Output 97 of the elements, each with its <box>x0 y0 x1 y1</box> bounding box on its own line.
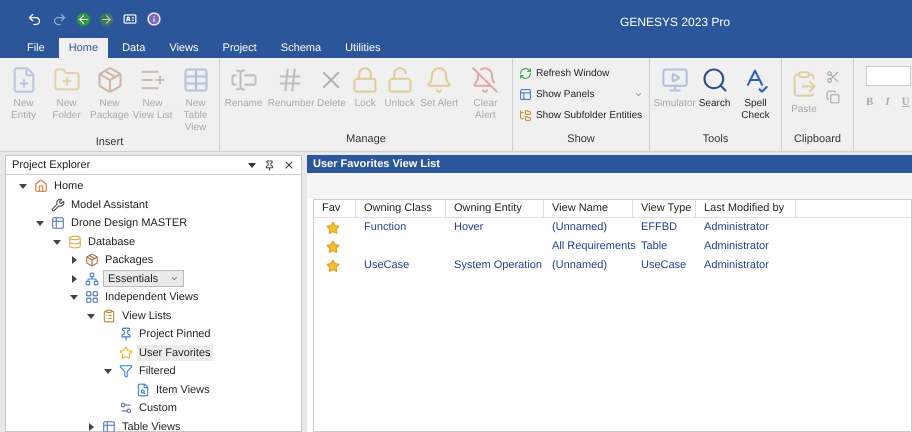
ribbon-tab[interactable]: Utilities <box>335 38 391 58</box>
tree-item[interactable]: Project Pinned <box>137 326 213 342</box>
ribbon-button[interactable]: Spell Check <box>733 66 778 122</box>
info-icon[interactable] <box>147 12 161 26</box>
tree-item[interactable]: Drone Design MASTER <box>69 215 190 232</box>
tree-item[interactable]: View Lists <box>120 308 174 324</box>
collapsed-arrow-icon[interactable] <box>87 422 95 431</box>
tree-item[interactable]: Database <box>86 234 138 250</box>
table-cell: Table <box>641 240 668 252</box>
table-icon <box>51 216 65 230</box>
expanded-arrow-icon[interactable] <box>70 293 78 302</box>
expanded-arrow-icon[interactable] <box>104 367 112 376</box>
table-cell: Administrator <box>704 259 769 272</box>
card-icon[interactable] <box>123 12 137 26</box>
collapsed-arrow-icon[interactable] <box>70 274 78 283</box>
undo-icon[interactable] <box>27 12 42 26</box>
tree-item[interactable]: Item Views <box>154 382 212 398</box>
tree-item[interactable]: Model Assistant <box>69 196 150 213</box>
table-cell: (Unnamed) <box>552 259 608 272</box>
bell-icon <box>425 66 454 94</box>
group-label: Insert <box>96 135 124 150</box>
column-header[interactable]: Fav <box>314 200 356 217</box>
document-icon <box>136 382 150 397</box>
font-field[interactable] <box>866 66 911 86</box>
ribbon-tab[interactable]: Project <box>212 38 267 58</box>
ribbon-button[interactable]: Show Panels <box>519 85 643 104</box>
tree-item[interactable]: Custom <box>137 400 179 416</box>
expanded-arrow-icon[interactable] <box>19 182 27 190</box>
dropdown-icon[interactable] <box>248 161 256 169</box>
tree-item[interactable]: Filtered <box>137 363 178 380</box>
forward-icon[interactable] <box>100 12 113 26</box>
unlock-icon <box>386 66 414 94</box>
close-icon[interactable] <box>283 159 295 171</box>
clipboard-icon <box>102 308 116 323</box>
filter-icon <box>119 364 133 378</box>
collapsed-arrow-icon[interactable] <box>70 256 78 264</box>
pin-icon[interactable] <box>264 160 275 170</box>
bell-off-icon <box>471 66 500 94</box>
group-label: Clipboard <box>794 132 842 146</box>
ribbon-tab[interactable]: Schema <box>270 38 332 58</box>
pin-icon <box>119 327 133 342</box>
table-cell: UseCase <box>364 259 410 272</box>
tree-item[interactable]: Packages <box>103 252 156 268</box>
search-icon <box>700 66 729 94</box>
column-header[interactable]: View Name <box>544 200 633 217</box>
lock-icon <box>351 66 380 94</box>
hierarchy-icon <box>85 272 99 286</box>
table-cell: System Operation <box>454 259 542 272</box>
ribbon-button[interactable]: Search <box>698 66 730 110</box>
panels-icon <box>519 88 532 101</box>
tree-item[interactable]: Home <box>52 178 86 194</box>
package-icon <box>85 253 99 268</box>
grid-icon <box>85 290 99 304</box>
table-cell: EFFBD <box>641 221 678 234</box>
table-cell: Hover <box>454 221 484 234</box>
ribbon-tab[interactable]: Home <box>58 38 108 58</box>
ribbon-button[interactable]: Refresh Window <box>519 64 643 83</box>
ribbon-button[interactable]: Show Subfolder Entities <box>519 106 643 125</box>
window-title: GENESYS 2023 Pro <box>620 14 730 31</box>
group-label: Tools <box>702 132 728 146</box>
redo-icon[interactable] <box>52 12 67 26</box>
house-icon <box>34 179 48 194</box>
column-header[interactable]: Owning Entity <box>446 200 544 217</box>
table-cell: Function <box>364 221 406 234</box>
column-header[interactable]: Owning Class <box>356 200 446 217</box>
column-header[interactable]: View Type <box>633 200 696 217</box>
column-header[interactable]: Last Modified by <box>696 200 796 217</box>
ribbon-tab[interactable]: Views <box>159 38 208 58</box>
expanded-arrow-icon[interactable] <box>53 238 61 246</box>
table-cell: UseCase <box>641 259 686 272</box>
dropdown-icon <box>634 90 643 99</box>
folder-tree-icon <box>519 109 532 122</box>
table-cell: Administrator <box>704 221 769 234</box>
table-icon <box>182 66 210 94</box>
refresh-icon <box>519 67 532 80</box>
view-title: User Favorites View List <box>313 156 440 172</box>
panel-title: Project Explorer <box>12 158 92 173</box>
ribbon-tab[interactable]: Data <box>112 38 156 58</box>
expanded-arrow-icon[interactable] <box>87 312 95 320</box>
tree-dropdown[interactable]: Essentials <box>103 270 184 288</box>
package-icon <box>96 66 124 94</box>
monitor-icon <box>660 66 689 94</box>
wrench-icon <box>51 198 65 212</box>
tree-item[interactable]: User Favorites <box>137 344 213 361</box>
table-cell: Administrator <box>704 240 769 252</box>
group-label: Manage <box>346 132 386 146</box>
table-icon <box>102 420 116 432</box>
database-icon <box>68 234 82 249</box>
tree-item[interactable]: Table Views <box>120 418 182 432</box>
table-cell: (Unnamed) <box>552 221 608 234</box>
ribbon-tab[interactable]: File <box>17 38 55 58</box>
group-label: Show <box>567 132 595 146</box>
tree-item[interactable]: Independent Views <box>103 289 200 306</box>
star-icon <box>119 346 133 360</box>
expanded-arrow-icon[interactable] <box>36 219 44 228</box>
table-cell: All Requirements <box>552 240 636 252</box>
back-icon[interactable] <box>77 12 90 26</box>
